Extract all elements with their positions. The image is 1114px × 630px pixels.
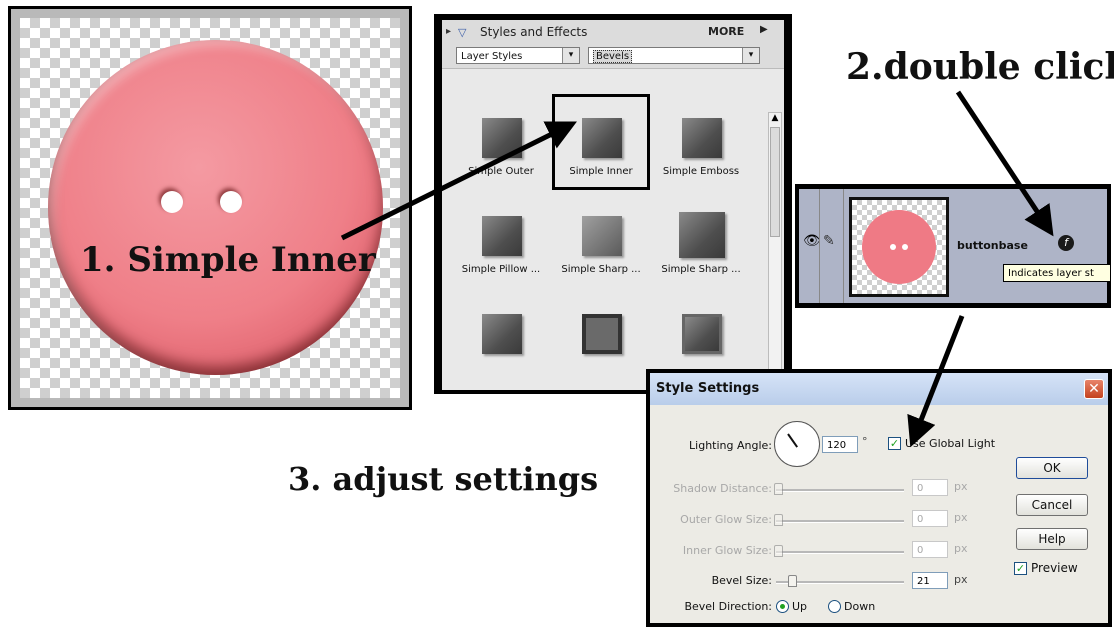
arrow-to-simple-inner (340, 121, 577, 241)
annotation-arrows (340, 90, 1054, 448)
arrow-to-fx-icon (955, 90, 1054, 237)
arrow-to-global-light (907, 315, 965, 448)
